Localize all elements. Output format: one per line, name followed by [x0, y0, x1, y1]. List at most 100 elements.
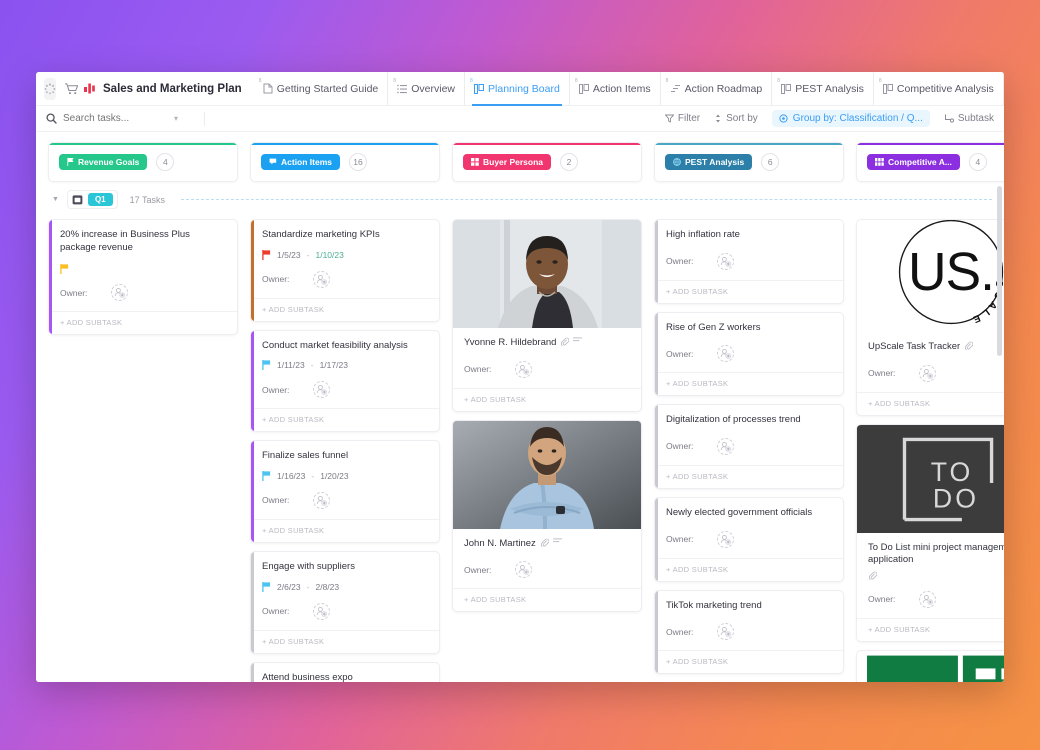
search-input[interactable]	[63, 113, 168, 124]
task-card[interactable]: High inflation rate Owner: + ADD SUBTASK	[654, 219, 844, 304]
attachment-icon[interactable]	[540, 538, 549, 547]
add-view-button[interactable]: + View	[1002, 72, 1004, 106]
add-owner-avatar-button[interactable]	[717, 437, 735, 455]
add-owner-avatar-button[interactable]	[313, 381, 331, 399]
add-subtask-button[interactable]: + ADD SUBTASK	[857, 391, 1004, 415]
task-card[interactable]: US. S C A L E UpScale Task T	[856, 219, 1004, 416]
status-chip[interactable]: PEST Analysis	[665, 154, 753, 170]
tab-superscript: 8	[665, 77, 669, 84]
add-subtask-button[interactable]: + ADD SUBTASK	[251, 297, 439, 321]
task-card[interactable]: Digitalization of processes trend Owner:…	[654, 404, 844, 489]
status-chip[interactable]: Action Items	[261, 154, 341, 170]
task-card[interactable]: TO DO To Do List mini project management…	[856, 423, 1004, 642]
status-chip[interactable]: Revenue Goals	[59, 154, 148, 170]
column-header-competitive-analysis[interactable]: Competitive A... 4	[856, 142, 1004, 182]
column-header-pest-analysis[interactable]: PEST Analysis 6	[654, 142, 844, 182]
add-subtask-button[interactable]: + ADD SUBTASK	[655, 279, 843, 303]
card-date-range[interactable]: 2/6/23 - 2/8/23	[262, 581, 429, 592]
task-card[interactable]: Conduct market feasibility analysis 1/11…	[250, 329, 440, 433]
add-subtask-button[interactable]: + ADD SUBTASK	[857, 617, 1004, 641]
add-owner-avatar-button[interactable]	[515, 360, 533, 378]
group-by-button[interactable]: Group by: Classification / Q...	[771, 110, 930, 127]
card-date-range[interactable]: 1/16/23 - 1/20/23	[262, 470, 429, 481]
filter-button[interactable]: Filter	[664, 113, 700, 124]
workspace-menu-button[interactable]	[44, 77, 56, 100]
card-title: Yvonne R. Hildebrand	[464, 337, 557, 348]
task-card[interactable]: X	[856, 649, 1004, 682]
add-owner-avatar-button[interactable]	[111, 284, 129, 302]
column-header-buyer-persona[interactable]: Buyer Persona 2	[452, 142, 642, 182]
caret-down-icon[interactable]: ▼	[52, 196, 59, 203]
add-owner-avatar-button[interactable]	[717, 530, 735, 548]
task-card[interactable]: TikTok marketing trend Owner: + ADD SUBT…	[654, 589, 844, 675]
grid-icon	[875, 158, 884, 166]
task-card[interactable]: Yvonne R. Hildebrand Owner: + ADD SUBTAS…	[452, 219, 642, 412]
card-flag[interactable]	[60, 261, 227, 275]
card-date-range[interactable]: 1/5/23 - 1/10/23	[262, 249, 429, 260]
task-card[interactable]: John N. Martinez Owner: + ADD SUBTASK	[452, 419, 642, 613]
add-subtask-button[interactable]: + ADD SUBTASK	[655, 650, 843, 673]
add-owner-avatar-button[interactable]	[313, 491, 331, 509]
status-chip[interactable]: Buyer Persona	[463, 154, 551, 170]
board-vertical-scrollbar-thumb[interactable]	[997, 186, 1002, 356]
add-subtask-button[interactable]: + ADD SUBTASK	[49, 311, 237, 334]
board-toolbar: ▾ Filter Sort by Group by:	[36, 106, 1004, 132]
chevron-down-icon[interactable]: ▾	[174, 114, 178, 123]
card-body: Attend business expo 2/15/23 - 2/17/23 O…	[251, 663, 439, 683]
task-card[interactable]: Finalize sales funnel 1/16/23 - 1/20/23 …	[250, 440, 440, 543]
add-subtask-button[interactable]: + ADD SUBTASK	[655, 464, 843, 488]
search-box[interactable]: ▾	[46, 113, 196, 124]
column-header-revenue-goals[interactable]: Revenue Goals 4	[48, 142, 238, 182]
add-owner-avatar-button[interactable]	[313, 270, 331, 288]
add-subtask-button[interactable]: + ADD SUBTASK	[655, 557, 843, 581]
add-subtask-button[interactable]: + ADD SUBTASK	[453, 588, 641, 611]
add-owner-avatar-button[interactable]	[919, 590, 937, 608]
add-owner-avatar-button[interactable]	[313, 602, 331, 620]
add-owner-avatar-button[interactable]	[717, 252, 735, 270]
tab-label: Planning Board	[488, 82, 560, 95]
tab-competitive-analysis[interactable]: 8 Competitive Analysis	[872, 72, 1003, 106]
card-date-range[interactable]: 1/11/23 - 1/17/23	[262, 360, 429, 371]
space-title[interactable]: Sales and Marketing Plan	[64, 82, 254, 95]
task-card[interactable]: Engage with suppliers 2/6/23 - 2/8/23 Ow…	[250, 550, 440, 654]
space-title-text: Sales and Marketing Plan	[103, 82, 242, 95]
attachment-icon[interactable]	[964, 341, 974, 350]
task-card[interactable]: 20% increase in Business Plus package re…	[48, 219, 238, 336]
description-icon[interactable]	[552, 537, 562, 545]
description-icon[interactable]	[573, 337, 583, 344]
status-chip[interactable]: Competitive A...	[867, 154, 960, 170]
attachment-icon[interactable]	[868, 571, 877, 580]
task-card[interactable]: Newly elected government officials Owner…	[654, 496, 844, 582]
tab-superscript: 8	[878, 77, 882, 84]
card-body: To Do List mini project management appli…	[857, 533, 1004, 608]
task-card[interactable]: Standardize marketing KPIs 1/5/23 - 1/10…	[250, 219, 440, 322]
add-subtask-button[interactable]: + ADD SUBTASK	[251, 629, 439, 653]
column-label: Buyer Persona	[483, 157, 543, 167]
tab-action-items[interactable]: 8 Action Items	[568, 72, 660, 106]
add-owner-avatar-button[interactable]	[515, 561, 533, 579]
add-subtask-button[interactable]: + ADD SUBTASK	[251, 518, 439, 542]
add-subtask-button[interactable]: + ADD SUBTASK	[655, 372, 843, 395]
tab-pest-analysis[interactable]: 8 PEST Analysis	[771, 72, 873, 106]
tab-superscript: 8	[574, 77, 578, 84]
column-header-action-items[interactable]: Action Items 16	[250, 142, 440, 182]
add-owner-avatar-button[interactable]	[919, 364, 937, 382]
tab-overview[interactable]: 8 Overview	[387, 72, 464, 106]
tab-planning-board[interactable]: 8 Planning Board	[464, 72, 569, 106]
add-owner-avatar-button[interactable]	[717, 623, 735, 641]
sort-by-button[interactable]: Sort by	[714, 113, 758, 124]
group-badge[interactable]: Q1	[66, 190, 118, 209]
tab-getting-started-guide[interactable]: 8 Getting Started Guide	[254, 72, 388, 106]
task-card[interactable]: Rise of Gen Z workers Owner: + ADD SUBTA…	[654, 311, 844, 397]
board-area[interactable]: Revenue Goals 4 Action Items 16 Buyer Pe…	[36, 132, 1004, 682]
board-vertical-scrollbar-track[interactable]	[997, 132, 1003, 682]
add-subtask-button[interactable]: + ADD SUBTASK	[251, 408, 439, 431]
card-accent	[655, 220, 658, 303]
tab-action-roadmap[interactable]: 8 Action Roadmap	[659, 72, 772, 106]
task-card[interactable]: Attend business expo 2/15/23 - 2/17/23 O…	[250, 661, 440, 683]
flag-icon	[269, 158, 277, 165]
subtasks-button[interactable]: Subtask	[944, 113, 994, 124]
attachment-icon[interactable]	[560, 337, 570, 346]
add-subtask-button[interactable]: + ADD SUBTASK	[453, 387, 641, 411]
add-owner-avatar-button[interactable]	[717, 345, 735, 363]
